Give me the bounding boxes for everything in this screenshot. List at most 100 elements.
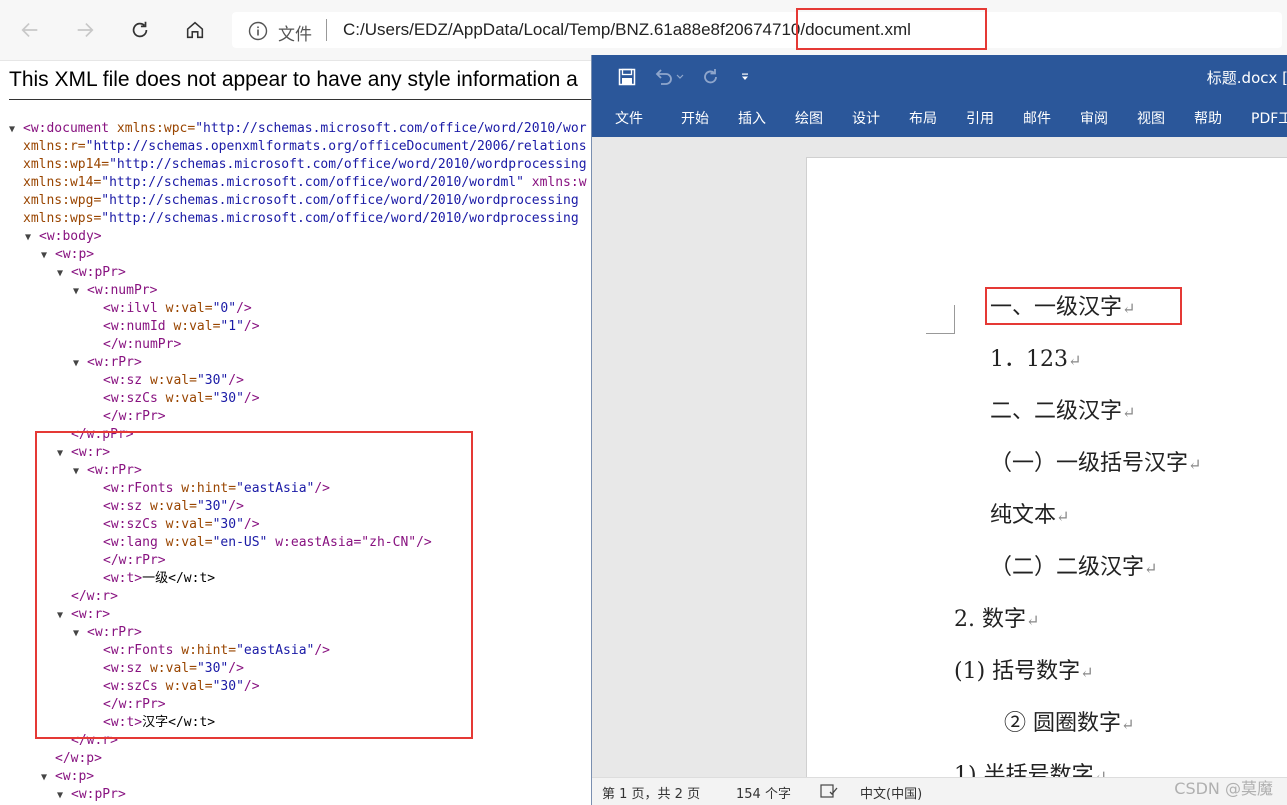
refresh-button[interactable] xyxy=(124,14,156,46)
xml-line: xmlns:r="http://schemas.openxmlformats.o… xyxy=(9,138,587,157)
address-bar[interactable]: 文件 C:/Users/EDZ/AppData/Local/Temp/BNZ.6… xyxy=(232,12,1282,48)
xml-tag: </w:rPr> xyxy=(103,409,166,424)
tab-view[interactable]: 视图 xyxy=(1137,108,1165,128)
paragraph-mark: ↵ xyxy=(1188,455,1202,474)
paragraph-text: 纯文本 xyxy=(990,503,1057,528)
document-title: 标题.docx [ xyxy=(1206,69,1287,87)
tab-file[interactable]: 文件 xyxy=(615,108,643,128)
back-button[interactable] xyxy=(14,14,46,46)
tab-insert[interactable]: 插入 xyxy=(738,108,766,128)
collapse-triangle-icon[interactable]: ▼ xyxy=(73,355,87,373)
save-button[interactable] xyxy=(616,66,638,88)
collapse-triangle-icon[interactable]: ▼ xyxy=(41,769,55,787)
proofing-book-icon xyxy=(820,784,838,798)
tab-references[interactable]: 引用 xyxy=(966,108,994,128)
undo-button[interactable] xyxy=(652,66,674,88)
info-icon[interactable] xyxy=(248,21,268,41)
xml-line[interactable]: ▼ <w:body> xyxy=(25,228,102,247)
collapse-triangle-icon[interactable]: ▼ xyxy=(73,283,87,301)
collapse-triangle-icon[interactable]: ▼ xyxy=(41,247,55,265)
xml-tag: <w:lang xyxy=(103,535,166,550)
tab-mailings[interactable]: 邮件 xyxy=(1023,108,1051,128)
page-count[interactable]: 第 1 页，共 2 页 xyxy=(602,783,700,802)
xml-line[interactable]: ▼ <w:rPr> xyxy=(73,354,142,373)
xml-tag: <w:r> xyxy=(71,607,111,622)
tab-layout[interactable]: 布局 xyxy=(909,108,937,128)
tab-design[interactable]: 设计 xyxy=(852,108,880,128)
xml-line[interactable]: ▼ <w:document xmlns:wpc="http://schemas.m… xyxy=(9,120,587,139)
doc-paragraph[interactable]: 1．123↵ xyxy=(990,341,1081,373)
xml-line: </w:rPr> xyxy=(89,408,166,427)
collapse-triangle-icon[interactable]: ▼ xyxy=(57,265,71,283)
xml-text: /> xyxy=(228,373,244,388)
doc-paragraph[interactable]: 2. 数字↵ xyxy=(954,601,1039,633)
xml-attribute: w:val= xyxy=(165,535,213,550)
tab-home[interactable]: 开始 xyxy=(681,108,709,128)
tab-help[interactable]: 帮助 xyxy=(1194,108,1222,128)
url-text[interactable]: C:/Users/EDZ/AppData/Local/Temp/BNZ.61a8… xyxy=(343,20,911,40)
tab-pdf-tools[interactable]: PDF工 xyxy=(1251,108,1287,128)
tab-review[interactable]: 审阅 xyxy=(1080,108,1108,128)
collapse-triangle-icon[interactable]: ▼ xyxy=(57,445,71,463)
proofing-icon[interactable] xyxy=(820,783,838,803)
redo-button[interactable] xyxy=(700,66,722,88)
refresh-icon xyxy=(132,21,148,38)
xml-line[interactable]: ▼ <w:rPr> xyxy=(73,624,142,643)
collapse-triangle-icon[interactable]: ▼ xyxy=(25,229,39,247)
paragraph-text: 二、二级汉字 xyxy=(990,399,1123,424)
xml-attribute: xmlns:wpc= xyxy=(116,121,196,136)
xml-text: /> xyxy=(236,301,252,316)
home-button[interactable] xyxy=(179,14,211,46)
xml-attribute: xmlns:wps= xyxy=(23,211,102,226)
xml-attribute-value: "eastAsia" xyxy=(236,643,315,658)
doc-paragraph[interactable]: （二）二级汉字↵ xyxy=(990,549,1157,581)
xml-line[interactable]: ▼ <w:r> xyxy=(57,444,110,463)
xml-line: <w:sz w:val="30"/> xyxy=(89,660,244,679)
collapse-triangle-icon[interactable]: ▼ xyxy=(57,787,71,805)
xml-tag: <w:sz xyxy=(103,661,150,676)
xml-line: <w:szCs w:val="30"/> xyxy=(89,390,260,409)
xml-tag: <w:szCs xyxy=(103,679,166,694)
xml-tag: <w:numPr> xyxy=(87,283,158,298)
xml-line[interactable]: ▼ <w:pPr> xyxy=(57,786,126,805)
xml-line[interactable]: ▼ <w:r> xyxy=(57,606,110,625)
xml-line: <w:rFonts w:hint="eastAsia"/> xyxy=(89,480,330,499)
xml-attribute-value: "http://schemas.microsoft.com/office/wor… xyxy=(195,121,587,136)
collapse-triangle-icon[interactable]: ▼ xyxy=(73,625,87,643)
doc-paragraph[interactable]: ② 圆圈数字↵ xyxy=(1004,705,1134,737)
xml-attribute-value: "en-US" xyxy=(212,535,268,550)
customize-quick-access[interactable] xyxy=(734,66,756,88)
xml-tag: <w:pPr> xyxy=(71,787,126,802)
doc-paragraph[interactable]: 二、二级汉字↵ xyxy=(990,393,1135,425)
xml-text: 汉字</w:t> xyxy=(142,715,216,730)
xml-line[interactable]: ▼ <w:rPr> xyxy=(73,462,142,481)
collapse-triangle-icon[interactable]: ▼ xyxy=(57,607,71,625)
doc-paragraph[interactable]: (1) 括号数字↵ xyxy=(954,653,1094,685)
xml-line[interactable]: ▼ <w:p> xyxy=(41,768,94,787)
collapse-triangle-icon[interactable]: ▼ xyxy=(73,463,87,481)
xml-line[interactable]: ▼ <w:numPr> xyxy=(73,282,157,301)
xml-line[interactable]: ▼ <w:pPr> xyxy=(57,264,126,283)
doc-paragraph[interactable]: 纯文本↵ xyxy=(990,497,1069,529)
doc-paragraph[interactable]: 一、一级汉字↵ xyxy=(990,289,1135,321)
xml-line: <w:szCs w:val="30"/> xyxy=(89,678,260,697)
undo-dropdown[interactable] xyxy=(674,66,686,88)
language-indicator[interactable]: 中文(中国) xyxy=(860,783,922,802)
xml-tag: </w:p> xyxy=(55,751,102,766)
word-count[interactable]: 154 个字 xyxy=(736,783,791,802)
xml-line[interactable]: ▼ <w:p> xyxy=(41,246,94,265)
doc-paragraph[interactable]: （一）一级括号汉字↵ xyxy=(990,445,1201,477)
collapse-triangle-icon[interactable]: ▼ xyxy=(9,121,23,139)
csdn-watermark: CSDN @莫魔 xyxy=(1174,779,1273,798)
xml-attribute-value: "30" xyxy=(196,373,229,388)
tab-draw[interactable]: 绘图 xyxy=(795,108,823,128)
xml-attribute-value: "eastAsia" xyxy=(236,481,315,496)
forward-button[interactable] xyxy=(69,14,101,46)
